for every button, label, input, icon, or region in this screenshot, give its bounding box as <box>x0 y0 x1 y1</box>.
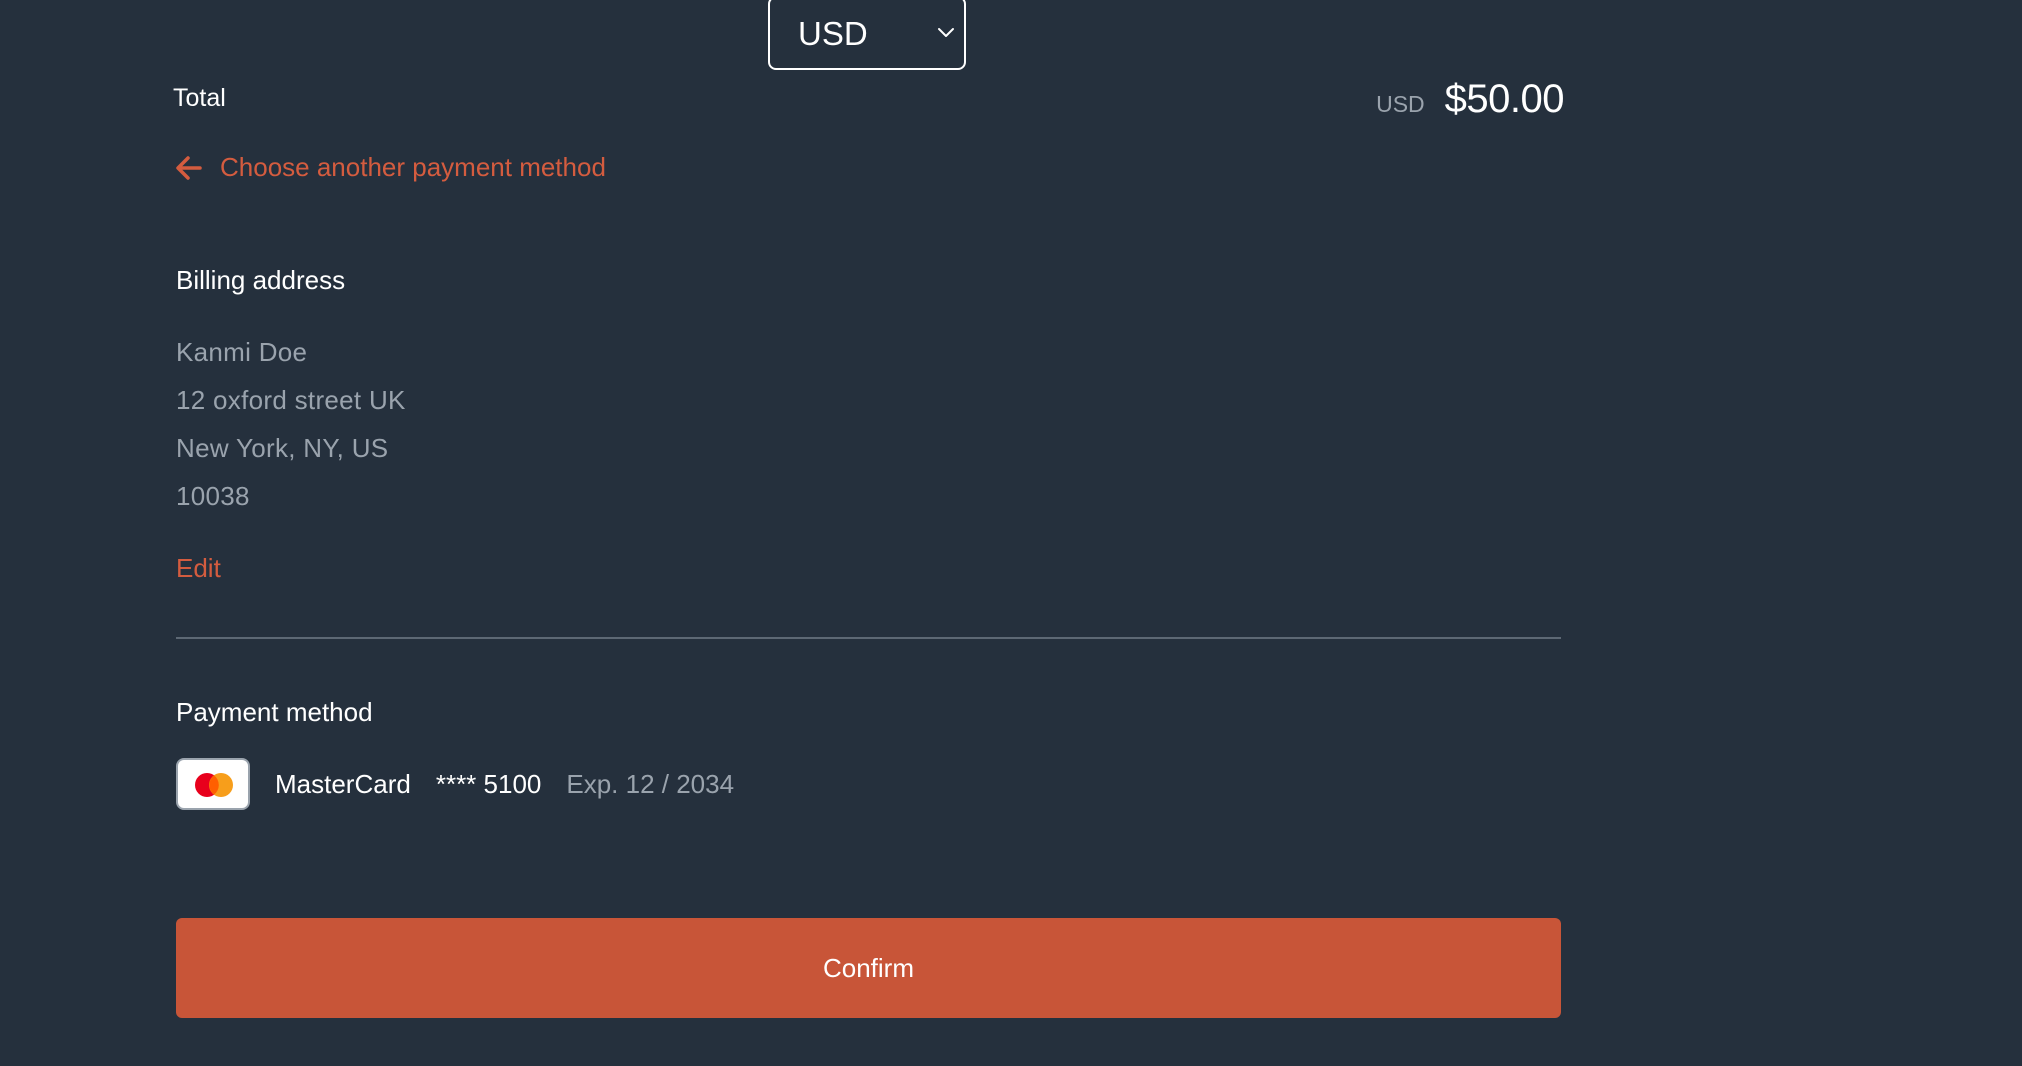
currency-select[interactable]: USD <box>768 0 966 70</box>
billing-city: New York, NY, US <box>176 433 389 463</box>
arrow-left-icon <box>176 155 202 180</box>
choose-another-payment-link[interactable]: Choose another payment method <box>174 152 606 183</box>
card-number: **** 5100 <box>435 768 542 799</box>
billing-street: 12 oxford street UK <box>176 385 406 415</box>
payment-method-title: Payment method <box>176 697 373 727</box>
confirm-button[interactable]: Confirm <box>176 918 1561 1018</box>
saved-card: MasterCard **** 5100 Exp. 12 / 2034 <box>176 758 734 810</box>
choose-another-payment-label: Choose another payment method <box>220 152 606 182</box>
total-amount: USD $50.00 <box>1376 77 1564 122</box>
total-label: Total <box>173 84 226 112</box>
section-divider <box>176 637 1561 639</box>
billing-name: Kanmi Doe <box>176 337 308 367</box>
billing-address-title: Billing address <box>176 265 346 295</box>
card-expiry: Exp. 12 / 2034 <box>566 768 735 799</box>
billing-postcode: 10038 <box>176 481 250 511</box>
total-currency-code: USD <box>1376 91 1425 117</box>
chevron-down-icon <box>938 28 954 37</box>
currency-select-value: USD <box>798 15 868 52</box>
card-brand: MasterCard <box>275 768 411 799</box>
edit-billing-link[interactable]: Edit <box>176 553 221 584</box>
checkout-page: USD Total USD $50.00 Choose another paym… <box>0 0 2022 1066</box>
mastercard-logo-icon <box>176 758 250 810</box>
total-amount-value: $50.00 <box>1444 77 1565 121</box>
